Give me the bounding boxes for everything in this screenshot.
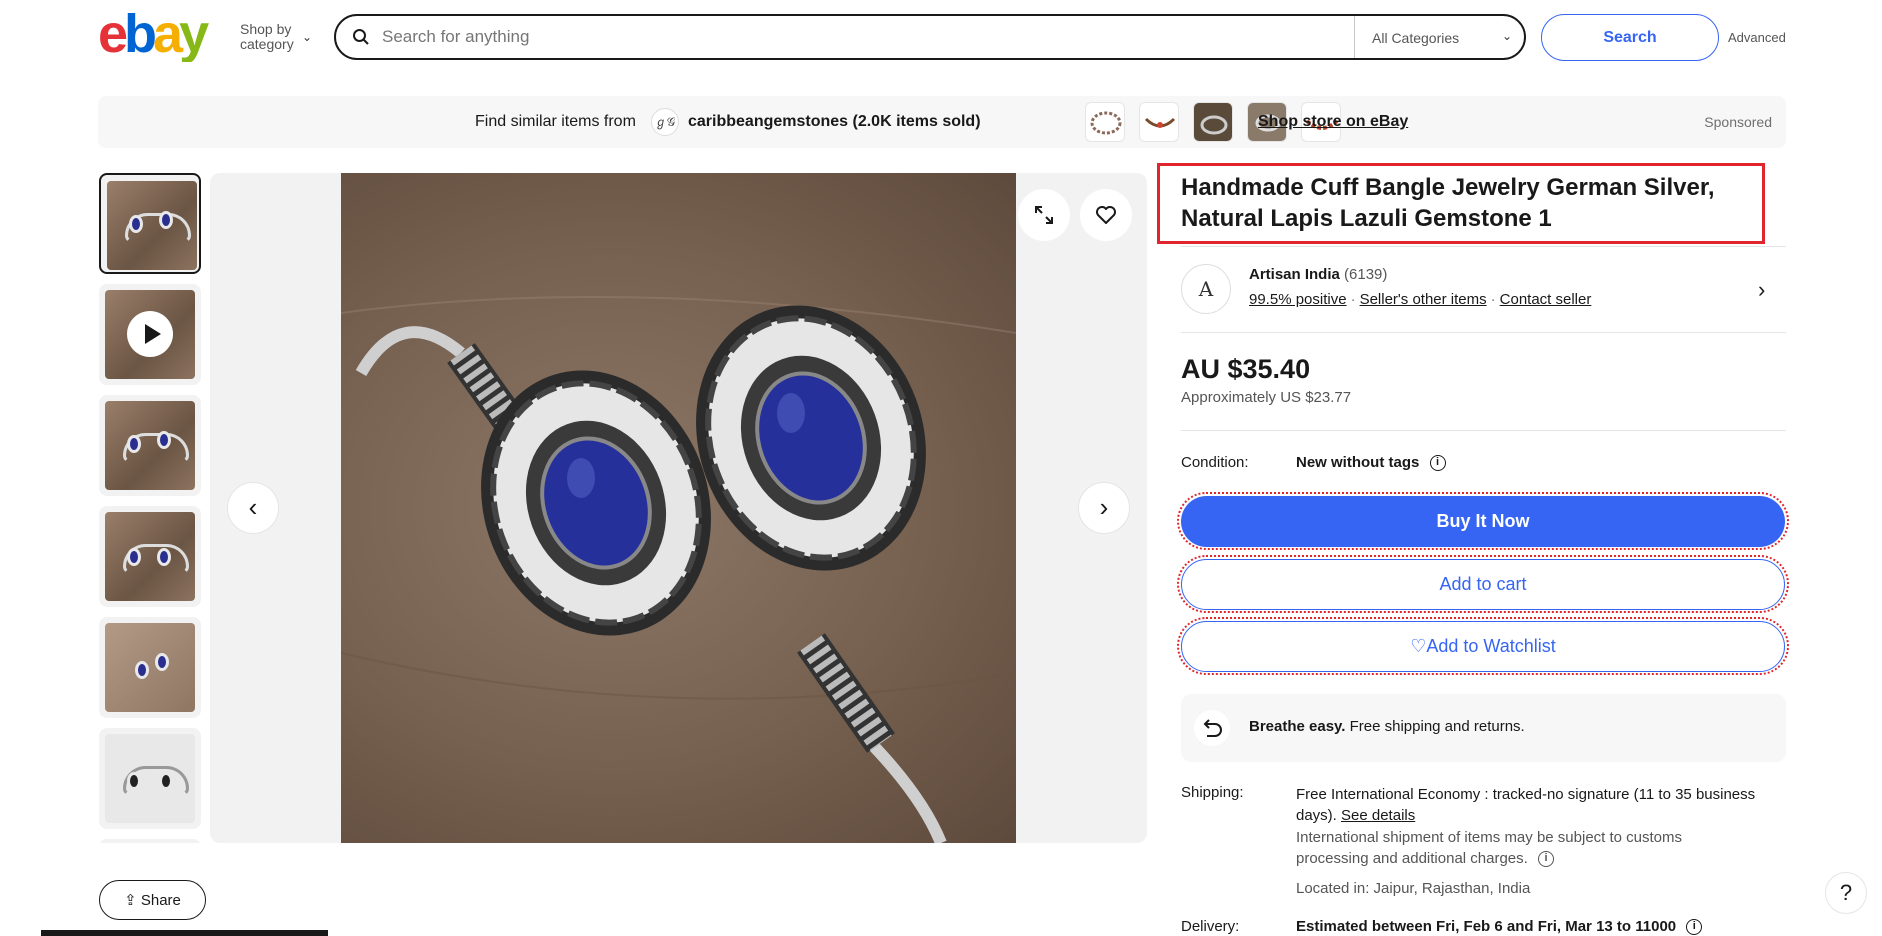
store-item-thumbnail[interactable] (1085, 102, 1125, 142)
shop-store-link[interactable]: Shop store on eBay (1258, 113, 1408, 131)
info-icon[interactable]: i (1429, 455, 1446, 472)
thumbnail-3[interactable] (99, 395, 201, 496)
divider (1181, 430, 1786, 431)
breathe-easy-rest: Free shipping and returns. (1345, 718, 1525, 735)
search-icon (353, 29, 369, 45)
info-icon[interactable]: i (1686, 919, 1703, 936)
thumbnail-4[interactable] (99, 506, 201, 607)
search-bar: All Categories ⌄ (334, 14, 1526, 60)
help-button[interactable]: ? (1825, 872, 1867, 914)
shop-by-line1: Shop by (240, 21, 292, 37)
thumbnail-column (99, 173, 201, 843)
share-icon: ⇪ (124, 892, 137, 909)
play-icon (127, 311, 173, 357)
contact-seller-link[interactable]: Contact seller (1500, 291, 1592, 308)
bracelet-thumbnail-image (105, 512, 195, 601)
add-to-watchlist-label: Add to Watchlist (1426, 636, 1556, 656)
store-item-thumbnail[interactable] (1193, 102, 1233, 142)
shop-by-line2: category (240, 36, 294, 52)
breathe-easy-bold: Breathe easy. (1249, 718, 1346, 735)
find-similar-text: Find similar items from (475, 113, 636, 130)
category-select[interactable]: All Categories ⌄ (1354, 16, 1526, 58)
seller-links: 99.5% positive · Seller's other items · Cont… (1249, 291, 1591, 308)
watch-heart-button[interactable] (1080, 189, 1132, 241)
add-to-watchlist-button[interactable]: ♡Add to Watchlist (1181, 621, 1785, 672)
thumbnail-6[interactable] (99, 728, 201, 829)
product-photo[interactable] (341, 173, 1016, 843)
seller-positive-link[interactable]: 99.5% positive (1249, 291, 1347, 308)
sponsored-label: Sponsored (1704, 114, 1772, 130)
breathe-easy-banner: Breathe easy. Free shipping and returns. (1181, 694, 1786, 762)
condition-value: New without tags i (1296, 454, 1446, 472)
condition-label: Condition: (1181, 454, 1249, 471)
thumbnail-7[interactable] (99, 839, 201, 843)
approx-price: Approximately US $23.77 (1181, 389, 1352, 406)
breathe-easy-text: Breathe easy. Free shipping and returns. (1249, 718, 1525, 735)
chevron-right-icon[interactable]: › (1758, 277, 1765, 303)
search-button[interactable]: Search (1541, 14, 1719, 61)
expand-image-button[interactable] (1018, 189, 1070, 241)
price: AU $35.40 (1181, 354, 1311, 384)
thumbnail-video[interactable] (99, 284, 201, 385)
store-item-thumbnail[interactable] (1139, 102, 1179, 142)
info-icon[interactable]: i (1538, 851, 1554, 868)
heart-icon (1096, 205, 1116, 224)
store-logo[interactable]: ℊ𝒢 (651, 108, 679, 136)
shipping-note: International shipment of items may be s… (1296, 827, 1726, 869)
chevron-down-icon: ⌄ (1501, 29, 1512, 43)
share-label: Share (140, 892, 181, 909)
delivery-value-text: Estimated between Fri, Feb 6 and Fri, Ma… (1296, 918, 1677, 935)
shipping-note-text: International shipment of items may be s… (1296, 829, 1683, 867)
cuff-bangle-illustration (341, 296, 1016, 843)
shipping-label: Shipping: (1181, 784, 1244, 801)
item-location: Located in: Jaipur, Rajasthan, India (1296, 880, 1531, 897)
add-to-cart-button[interactable]: Add to cart (1181, 559, 1785, 610)
condition-value-text: New without tags (1296, 454, 1420, 471)
previous-image-button[interactable]: ‹ (227, 482, 279, 534)
listing-title: Handmade Cuff Bangle Jewelry German Silv… (1181, 174, 1715, 232)
return-arrow-icon (1194, 710, 1230, 746)
bracelet-thumbnail-image (105, 734, 195, 823)
buy-it-now-button[interactable]: Buy It Now (1181, 496, 1785, 547)
seller-feedback-count: (6139) (1344, 266, 1388, 283)
share-button[interactable]: ⇪ Share (99, 880, 206, 920)
category-select-value: All Categories (1372, 30, 1460, 46)
seller-name-text: Artisan India (1249, 266, 1340, 283)
main-image-viewer: ‹ › (210, 173, 1147, 843)
seller-name[interactable]: Artisan India (6139) (1249, 266, 1387, 283)
scrollbar[interactable] (41, 930, 328, 936)
search-input[interactable] (382, 24, 1282, 50)
chevron-down-icon: ⌄ (302, 30, 313, 44)
ebay-logo-graphic: ebay (98, 4, 213, 64)
see-details-link[interactable]: See details (1341, 807, 1415, 824)
seller-avatar[interactable]: A (1181, 264, 1231, 314)
store-name[interactable]: caribbeangemstones (2.0K items sold) (688, 113, 981, 131)
ebay-logo[interactable]: ebay (98, 4, 224, 64)
thumbnail-5[interactable] (99, 617, 201, 718)
delivery-label: Delivery: (1181, 918, 1240, 935)
sponsored-store-bar: Find similar items from ℊ𝒢 caribbeangems… (98, 96, 1786, 148)
seller-other-items-link[interactable]: Seller's other items (1360, 291, 1487, 308)
svg-text:ebay: ebay (98, 8, 209, 62)
separator-dot: · (1490, 291, 1496, 308)
thumbnail-1[interactable] (99, 173, 201, 274)
divider (1181, 332, 1786, 333)
bracelet-thumbnail-image (105, 401, 195, 490)
shop-by-category[interactable]: Shop by category ⌄ (240, 21, 312, 52)
expand-icon (1035, 205, 1053, 224)
bracelet-thumbnail-image (107, 181, 197, 270)
heart-icon: ♡ (1410, 636, 1427, 656)
delivery-value: Estimated between Fri, Feb 6 and Fri, Ma… (1296, 918, 1703, 936)
next-image-button[interactable]: › (1078, 482, 1130, 534)
bracelet-thumbnail-image (105, 623, 195, 712)
advanced-search-link[interactable]: Advanced (1728, 30, 1786, 45)
separator-dot: · (1350, 291, 1356, 308)
shipping-value: Free International Economy : tracked-no … (1296, 784, 1786, 826)
divider (1181, 246, 1786, 247)
